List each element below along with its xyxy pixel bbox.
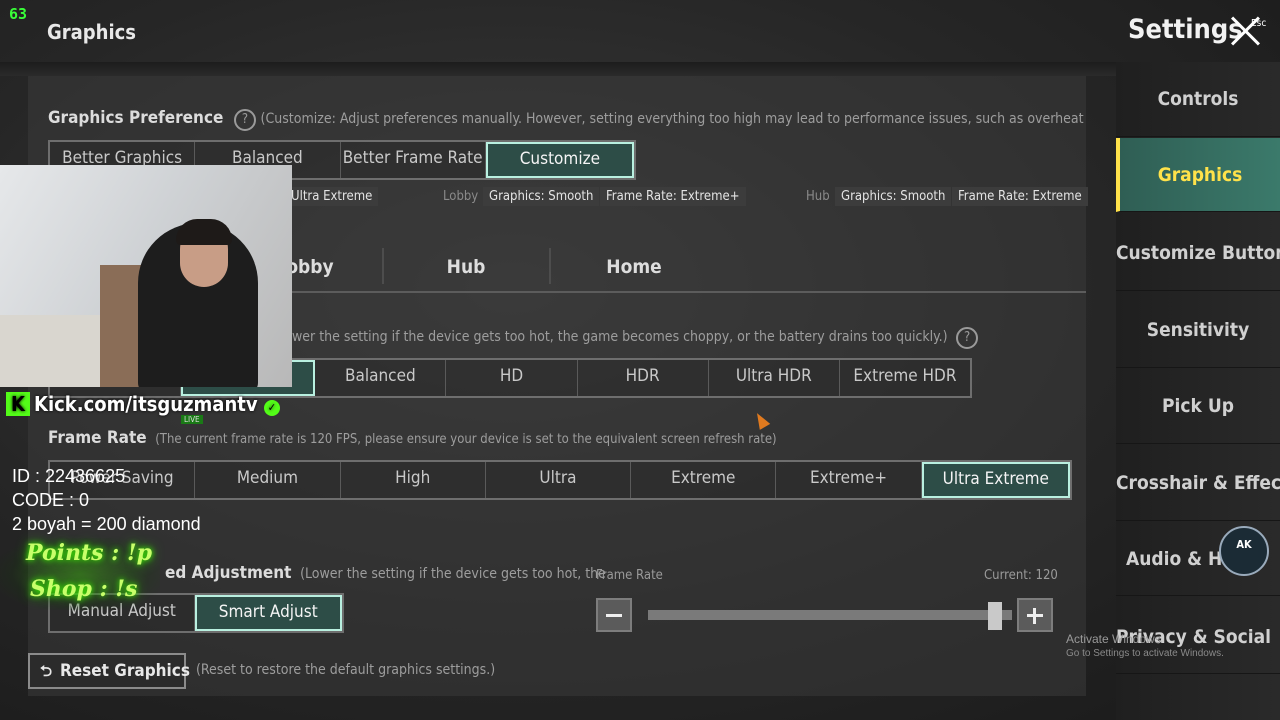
points-command: Points : !p xyxy=(26,540,153,566)
ingame-frame-tag: Ultra Extreme xyxy=(285,187,379,206)
tab-home[interactable]: Home xyxy=(588,256,680,278)
pref-option-better-frame-rate[interactable]: Better Frame Rate xyxy=(341,142,486,178)
undo-icon: ⮌ xyxy=(40,662,53,680)
adjustment-hint: (Lower the setting if the device gets to… xyxy=(300,566,606,582)
streamer-hair xyxy=(176,219,232,245)
reset-graphics-label: Reset Graphics xyxy=(60,661,190,681)
frame-option-extreme[interactable]: Extreme xyxy=(631,462,777,498)
quality-option-extreme-hdr[interactable]: Extreme HDR xyxy=(840,360,970,396)
frame-option-ultra-extreme[interactable]: Ultra Extreme xyxy=(921,462,1070,498)
frame-rate-slider-handle[interactable] xyxy=(987,602,1002,630)
decrease-button[interactable] xyxy=(596,598,632,632)
frame-rate-slider-track[interactable] xyxy=(648,610,1012,620)
slider-current: Current: 120 xyxy=(984,568,1058,583)
frame-option-medium[interactable]: Medium xyxy=(195,462,341,498)
hub-graphics-tag: Graphics: Smooth xyxy=(835,187,952,206)
webcam-shelf xyxy=(0,315,100,387)
sidebar-item-crosshair-effects[interactable]: Crosshair & Effects xyxy=(1116,446,1280,521)
kick-logo-icon: K xyxy=(6,392,30,416)
sidebar-item-controls[interactable]: Controls xyxy=(1116,62,1280,137)
quality-option-hdr[interactable]: HDR xyxy=(578,360,709,396)
diamond-line: 2 boyah = 200 diamond xyxy=(12,514,201,534)
frame-option-extreme-plus[interactable]: Extreme+ xyxy=(776,462,922,498)
settings-title: Settings xyxy=(1128,14,1243,45)
code-line: CODE : 0 xyxy=(12,490,90,510)
reset-graphics-button[interactable]: ⮌ Reset Graphics xyxy=(28,653,190,689)
header-divider xyxy=(0,62,1116,76)
activate-windows-title: Activate Windows xyxy=(1066,632,1161,646)
esc-label: Esc xyxy=(1251,18,1267,29)
lobby-graphics-tag: Graphics: Smooth xyxy=(483,187,600,206)
quality-option-balanced[interactable]: Balanced xyxy=(315,360,447,396)
fps-counter: 63 xyxy=(9,5,28,23)
graphics-preference-title: Graphics Preference xyxy=(48,108,224,128)
frame-rate-hint: (The current frame rate is 120 FPS, plea… xyxy=(155,432,777,447)
quality-option-hd[interactable]: HD xyxy=(446,360,578,396)
sidebar-item-sensitivity[interactable]: Sensitivity xyxy=(1116,293,1280,368)
activate-windows-sub: Go to Settings to activate Windows. xyxy=(1066,648,1224,659)
lobby-label: Lobby xyxy=(443,189,479,204)
sidebar-item-customize-buttons[interactable]: Customize Buttons xyxy=(1116,216,1280,291)
adjustment-header: ed Adjustment (Lower the setting if the … xyxy=(165,563,606,583)
tab-hub[interactable]: Hub xyxy=(420,256,512,278)
tab-divider xyxy=(382,248,384,284)
tabs-underline xyxy=(290,291,1086,293)
adjustment-title: ed Adjustment xyxy=(165,563,292,583)
lobby-frame-tag: Frame Rate: Extreme+ xyxy=(600,187,746,206)
frame-rate-title: Frame Rate xyxy=(48,428,147,448)
live-badge: LIVE xyxy=(181,415,203,424)
frame-option-ultra[interactable]: Ultra xyxy=(486,462,632,498)
streamer-logo: AK xyxy=(1219,526,1269,576)
pref-option-customize[interactable]: Customize xyxy=(485,142,634,178)
shop-command: Shop : !s xyxy=(30,576,138,602)
verified-check-icon: ✓ xyxy=(263,400,280,416)
frame-option-high[interactable]: High xyxy=(341,462,486,498)
webcam-overlay xyxy=(0,165,292,387)
increase-button[interactable] xyxy=(1017,598,1053,632)
tab-divider xyxy=(549,248,551,284)
frame-rate-selector: Power Saving Medium High Ultra Extreme E… xyxy=(48,460,1072,500)
hub-frame-tag: Frame Rate: Extreme xyxy=(952,187,1088,206)
hub-label: Hub xyxy=(806,189,830,204)
slider-label: Frame Rate xyxy=(596,568,663,583)
kick-channel-banner: K Kick.com/itsguzmantv ✓ xyxy=(6,392,280,418)
graphics-preference-hint: (Customize: Adjust preferences manually.… xyxy=(260,111,1084,127)
graphics-quality-header: wer the setting if the device gets too h… xyxy=(292,326,979,349)
reset-hint: (Reset to restore the default graphics s… xyxy=(196,662,496,678)
id-line: ID : 22436625 xyxy=(12,466,126,486)
page-title: Graphics xyxy=(47,20,137,44)
sidebar-item-pick-up[interactable]: Pick Up xyxy=(1116,369,1280,444)
sidebar-item-graphics[interactable]: Graphics xyxy=(1116,138,1280,212)
help-icon[interactable]: ? xyxy=(956,327,979,349)
quality-option-ultra-hdr[interactable]: Ultra HDR xyxy=(709,360,840,396)
help-icon[interactable]: ? xyxy=(233,109,256,131)
frame-rate-header: Frame Rate (The current frame rate is 12… xyxy=(48,428,777,448)
adjust-option-smart[interactable]: Smart Adjust xyxy=(194,595,342,631)
graphics-preference-header: Graphics Preference ? (Customize: Adjust… xyxy=(48,108,1084,131)
graphics-quality-hint: wer the setting if the device gets too h… xyxy=(292,329,948,345)
kick-channel-text: Kick.com/itsguzmantv xyxy=(34,392,258,416)
